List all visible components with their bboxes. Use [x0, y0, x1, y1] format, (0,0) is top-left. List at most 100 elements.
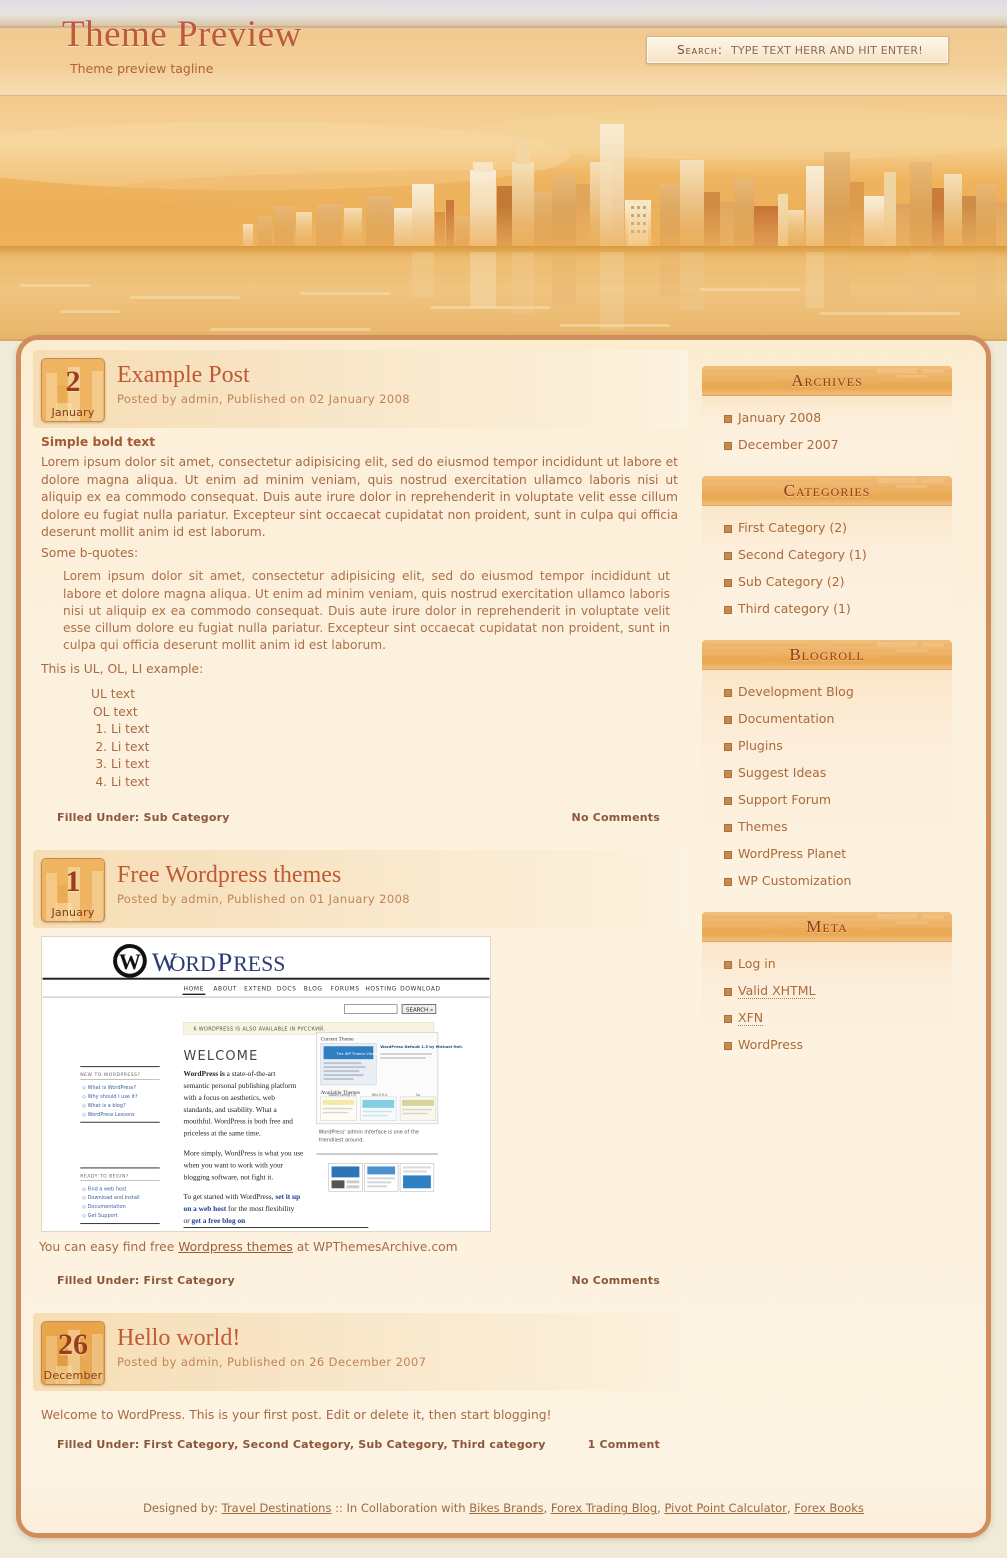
widget-title: Archives	[702, 366, 952, 396]
list-item[interactable]: Suggest Ideas	[702, 759, 952, 786]
widget-list: Log in Valid XHTML XFN WordPress	[702, 942, 952, 1064]
blogroll-link[interactable]: WordPress Planet	[738, 846, 846, 861]
widget-title: Categories	[702, 476, 952, 506]
blogroll-link[interactable]: Support Forum	[738, 792, 831, 807]
blogroll-link[interactable]: Suggest Ideas	[738, 765, 826, 780]
post-blockquote: Lorem ipsum dolor sit amet, consectetur …	[63, 569, 670, 653]
svg-text:HOSTING: HOSTING	[365, 986, 397, 993]
wordpress-themes-link[interactable]: Wordpress themes	[178, 1240, 293, 1254]
post-title[interactable]: Free Wordpress themes	[117, 862, 410, 888]
list-item[interactable]: Valid XHTML	[702, 977, 952, 1004]
widget-title-text: Blogroll	[789, 645, 865, 664]
post-categories[interactable]: Filled Under: First Category	[57, 1274, 235, 1287]
post-body: Welcome to WordPress. This is your first…	[33, 1391, 688, 1424]
svg-text:BLOG: BLOG	[304, 986, 323, 993]
svg-text:◇ Download and Install: ◇ Download and Install	[82, 1195, 139, 1201]
list-item[interactable]: Sub Category (2)	[702, 568, 952, 595]
list-item: UL text	[91, 687, 136, 702]
post-title[interactable]: Hello world!	[117, 1325, 426, 1351]
wordpress-homepage-screenshot[interactable]: W W ORD P RESS HOME ABOUT EXTEND DOCS BL…	[41, 935, 491, 1232]
widget-title: Meta	[702, 912, 952, 942]
xfn-link[interactable]: XFN	[738, 1010, 764, 1026]
widget-categories: Categories First Category (2) Second Cat…	[702, 476, 952, 628]
post-categories[interactable]: Filled Under: Sub Category	[57, 811, 230, 824]
svg-text:P: P	[217, 947, 232, 977]
partner-link-forex-books[interactable]: Forex Books	[794, 1501, 864, 1515]
post-comments-link[interactable]: 1 Comment	[588, 1438, 678, 1451]
designer-link[interactable]: Travel Destinations	[222, 1501, 332, 1515]
list-item[interactable]: Second Category (1)	[702, 541, 952, 568]
post-bold-lead: Simple bold text	[41, 435, 156, 449]
widget-list: Development Blog Documentation Plugins S…	[702, 670, 952, 900]
post-body: Simple bold text Lorem ipsum dolor sit a…	[33, 428, 688, 791]
list-item[interactable]: First Category (2)	[702, 514, 952, 541]
svg-text:RESS: RESS	[233, 952, 285, 976]
category-link[interactable]: Third category (1)	[738, 601, 851, 616]
date-badge: 26 December	[41, 1320, 105, 1385]
post-comments-link[interactable]: No Comments	[572, 811, 678, 824]
svg-text:WordPress' admin interface is: WordPress' admin interface is one of the	[319, 1130, 419, 1136]
post-comments-link[interactable]: No Comments	[572, 1274, 678, 1287]
post-meta: Posted by admin, Published on 02 January…	[117, 392, 411, 407]
list-item[interactable]: Themes	[702, 813, 952, 840]
list-item[interactable]: January 2008	[702, 404, 952, 431]
svg-text:6 WORDPRESS IS ALSO AVAILABLE: 6 WORDPRESS IS ALSO AVAILABLE IN РУССКИЙ…	[193, 1025, 325, 1032]
blogroll-link[interactable]: WP Customization	[738, 873, 851, 888]
archive-link[interactable]: January 2008	[738, 410, 821, 425]
category-link[interactable]: Sub Category (2)	[738, 574, 845, 589]
page-bottom-strip	[0, 1540, 1007, 1553]
login-link[interactable]: Log in	[738, 956, 776, 971]
main-content: 2 January Example Post Posted by admin, …	[33, 350, 688, 1477]
post-categories[interactable]: Filled Under: First Category, Second Cat…	[57, 1438, 546, 1451]
list-item[interactable]: WP Customization	[702, 867, 952, 894]
post-meta: Posted by admin, Published on 01 January…	[117, 892, 411, 907]
list-item[interactable]: Development Blog	[702, 678, 952, 705]
list-item: Li text	[111, 721, 678, 738]
category-link[interactable]: First Category (2)	[738, 520, 847, 535]
list-item[interactable]: WordPress	[702, 1031, 952, 1058]
partner-link-pivot-point-calculator[interactable]: Pivot Point Calculator	[664, 1501, 787, 1515]
list-item[interactable]: Log in	[702, 950, 952, 977]
svg-text:ORD: ORD	[170, 952, 216, 976]
svg-text:◇ WordPress Lessons: ◇ WordPress Lessons	[82, 1112, 135, 1118]
list-item[interactable]: Plugins	[702, 732, 952, 759]
widget-title-text: Categories	[783, 481, 871, 500]
widget-meta: Meta Log in Valid XHTML XFN WordPress	[702, 912, 952, 1064]
list-item[interactable]: Support Forum	[702, 786, 952, 813]
svg-text:To get started with WordPress,: To get started with WordPress, set it up	[184, 1192, 301, 1201]
blogroll-link[interactable]: Development Blog	[738, 684, 854, 699]
blogroll-link[interactable]: Themes	[738, 819, 788, 834]
widget-title-text: Meta	[806, 917, 848, 936]
partner-link-bikes-brands[interactable]: Bikes Brands	[469, 1501, 543, 1515]
widget-list: First Category (2) Second Category (1) S…	[702, 506, 952, 628]
svg-text:standards, and usability. What: standards, and usability. What a	[184, 1105, 278, 1114]
svg-text:◇ Get Support: ◇ Get Support	[82, 1213, 117, 1219]
widget-blogroll: Blogroll Development Blog Documentation …	[702, 640, 952, 900]
list-item[interactable]: WordPress Planet	[702, 840, 952, 867]
list-item[interactable]: Third category (1)	[702, 595, 952, 622]
search-form[interactable]: Search:	[646, 36, 949, 64]
post-paragraph: Lorem ipsum dolor sit amet, consectetur …	[41, 455, 678, 540]
list-item[interactable]: Documentation	[702, 705, 952, 732]
post-title[interactable]: Example Post	[117, 362, 410, 388]
list-item[interactable]: XFN	[702, 1004, 952, 1031]
blogroll-link[interactable]: Documentation	[738, 711, 834, 726]
list-item[interactable]: December 2007	[702, 431, 952, 458]
category-link[interactable]: Second Category (1)	[738, 547, 867, 562]
svg-text:priceless at the same time.: priceless at the same time.	[184, 1129, 261, 1138]
partner-link-forex-trading-blog[interactable]: Forex Trading Blog	[551, 1501, 657, 1515]
search-input[interactable]	[730, 43, 948, 57]
valid-xhtml-link[interactable]: Valid XHTML	[738, 983, 816, 999]
svg-text:on a web host for the most fle: on a web host for the most flexibility	[184, 1204, 295, 1213]
archive-link[interactable]: December 2007	[738, 437, 839, 452]
blogroll-link[interactable]: Plugins	[738, 738, 783, 753]
svg-text:DOCS: DOCS	[277, 986, 297, 993]
svg-text:Album Spring 1.0: Album Spring 1.0	[329, 1093, 356, 1097]
date-badge: 1 January	[41, 857, 105, 922]
post-hello-world: 26 December Hello world! Posted by admin…	[33, 1312, 688, 1459]
post-header: 2 January Example Post Posted by admin, …	[33, 350, 688, 428]
wordpress-link[interactable]: WordPress	[738, 1037, 803, 1052]
footer-sep: ,	[543, 1501, 551, 1516]
svg-text:SEARCH »: SEARCH »	[406, 1007, 433, 1013]
svg-text:FORUMS: FORUMS	[331, 986, 360, 993]
